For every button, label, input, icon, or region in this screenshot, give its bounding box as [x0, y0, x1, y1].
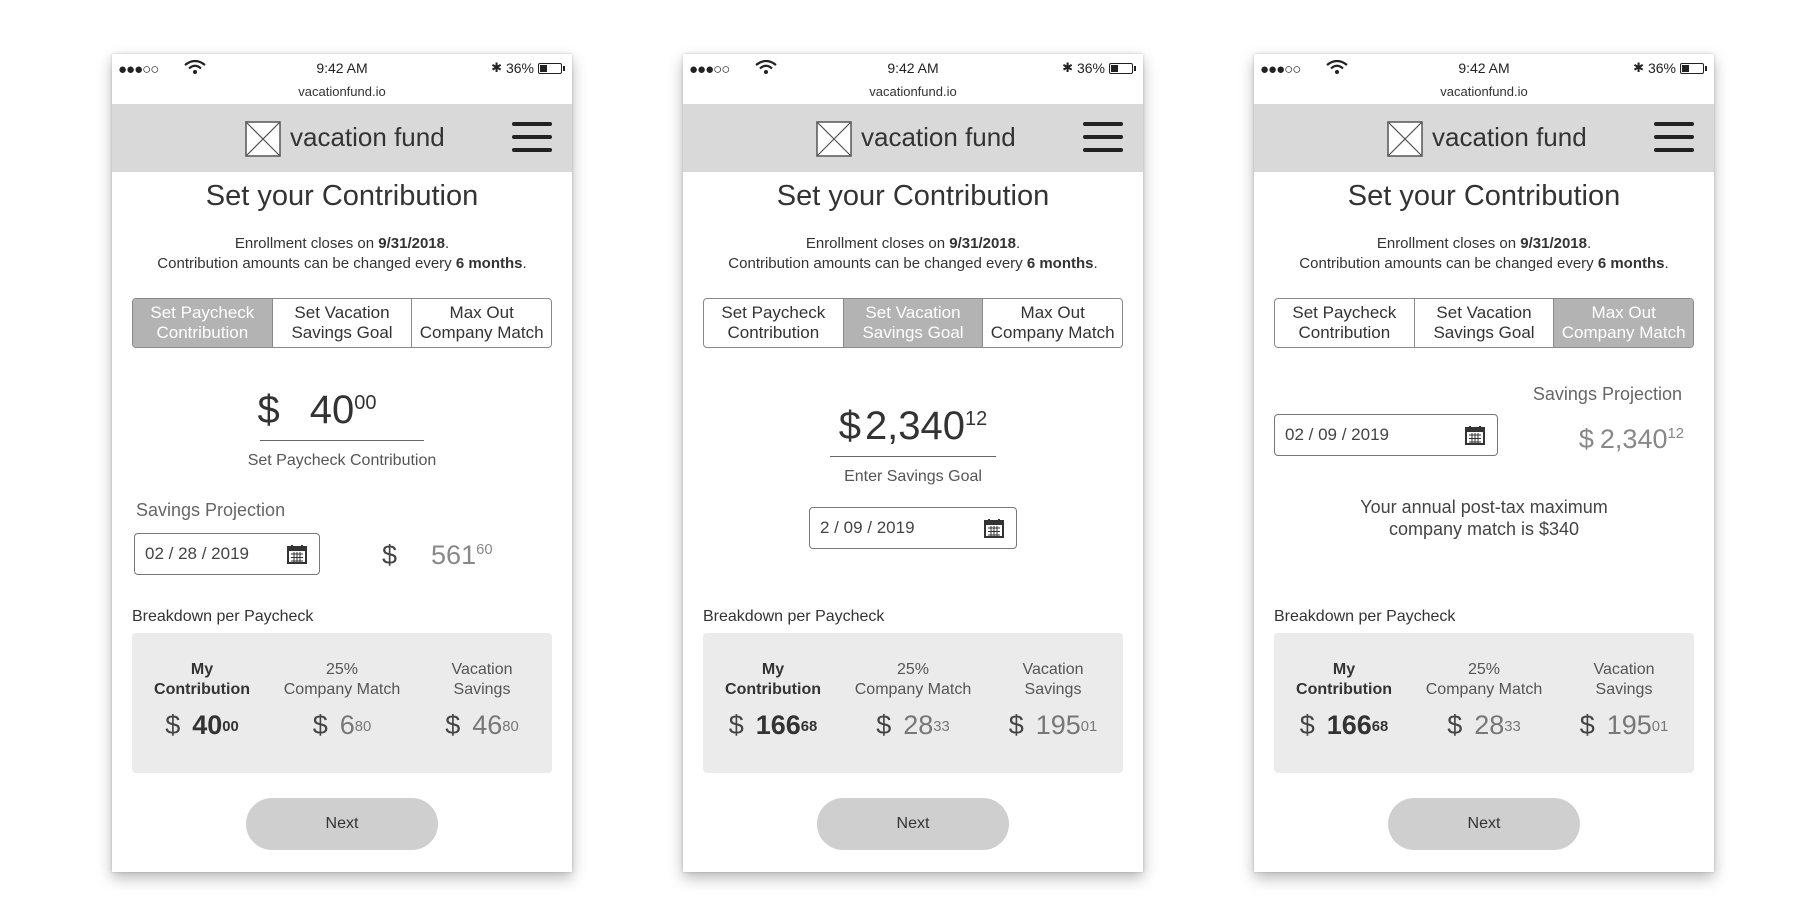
page-title: Set your Contribution	[205, 180, 479, 212]
battery-status: ✱ 36%	[1062, 60, 1136, 76]
calendar-icon[interactable]	[982, 516, 1006, 540]
tab-set-vacation-savings-goal[interactable]: Set Vacation Savings Goal	[843, 299, 984, 347]
battery-icon	[1680, 62, 1707, 74]
bluetooth-icon: ✱	[1633, 60, 1644, 75]
breakdown-label: Breakdown per Paycheck	[703, 608, 885, 625]
next-button[interactable]: Next	[246, 798, 438, 850]
brand-name: vacation fund	[1432, 122, 1587, 152]
brand-name: vacation fund	[290, 122, 445, 152]
bluetooth-icon: ✱	[491, 60, 502, 75]
battery-icon	[538, 62, 565, 74]
my-contribution-column: My Contribution $16668	[1274, 659, 1414, 740]
vacation-savings-column: Vacation Savings $19501	[983, 659, 1123, 740]
contribution-mode-tabs: Set Paycheck Contribution Set Vacation Sav…	[1274, 298, 1694, 348]
my-contribution-value: $16668	[728, 710, 818, 740]
url-bar[interactable]: vacationfund.io	[112, 84, 572, 99]
page-title: Set your Contribution	[776, 180, 1050, 212]
vacation-savings-value: $19501	[1008, 710, 1098, 740]
battery-status: ✱ 36%	[491, 60, 565, 76]
app-header: vacation fund	[683, 104, 1143, 172]
my-contribution-value: $16668	[1299, 710, 1389, 740]
hamburger-menu-icon[interactable]	[1654, 122, 1694, 154]
battery-percent: 36%	[505, 60, 534, 76]
my-contribution-value: $4000	[165, 710, 239, 740]
battery-percent: 36%	[1647, 60, 1676, 76]
company-match-column: 25% Company Match $680	[272, 659, 412, 740]
company-match-value: $2833	[876, 710, 950, 740]
savings-projection-value: $2,34012	[1578, 424, 1684, 454]
enrollment-notice: Enrollment closes on 9/31/2018. Contribu…	[1299, 235, 1669, 272]
goal-date-field[interactable]: 2 / 09 / 2019	[809, 507, 1017, 549]
vacation-savings-column: Vacation Savings $4680	[412, 659, 552, 740]
tab-max-out-company-match[interactable]: Max Out Company Match	[1554, 299, 1693, 347]
breakdown-panel: My Contribution $16668 25% Company Match $…	[703, 633, 1123, 773]
image-placeholder-icon	[816, 121, 852, 157]
contribution-mode-tabs: Set Paycheck Contribution Set Vacation Sav…	[132, 298, 552, 348]
status-bar: ●●●○○ 9:42 AM vacationfund.io ✱ 36%	[683, 54, 1143, 104]
paycheck-contribution-caption: Set Paycheck Contribution	[247, 452, 437, 469]
calendar-icon[interactable]	[1463, 423, 1487, 447]
company-match-column: 25% Company Match $2833	[1414, 659, 1554, 740]
projection-date-field[interactable]: 02 / 28 / 2019	[134, 533, 320, 575]
savings-projection-label: Savings Projection	[1532, 384, 1682, 404]
app-header: vacation fund	[1254, 104, 1714, 172]
status-bar: ●●●○○ 9:42 AM vacationfund.io ✱ 36%	[1254, 54, 1714, 104]
tab-max-out-company-match[interactable]: Max Out Company Match	[983, 299, 1122, 347]
tab-set-vacation-savings-goal[interactable]: Set Vacation Savings Goal	[273, 299, 413, 347]
breakdown-panel: My Contribution $4000 25% Company Match $6…	[132, 633, 552, 773]
page-title: Set your Contribution	[1347, 180, 1621, 212]
app-header: vacation fund	[112, 104, 572, 172]
battery-status: ✱ 36%	[1633, 60, 1707, 76]
contribution-mode-tabs: Set Paycheck Contribution Set Vacation Sav…	[703, 298, 1123, 348]
projection-date-field[interactable]: 02 / 09 / 2019	[1274, 414, 1498, 456]
brand-name: vacation fund	[861, 122, 1016, 152]
company-match-value: $680	[312, 710, 372, 740]
image-placeholder-icon	[245, 121, 281, 157]
battery-percent: 36%	[1076, 60, 1105, 76]
input-underline	[830, 456, 996, 457]
breakdown-label: Breakdown per Paycheck	[1274, 608, 1456, 625]
breakdown-panel: My Contribution $16668 25% Company Match $…	[1274, 633, 1694, 773]
enrollment-notice: Enrollment closes on 9/31/2018. Contribu…	[157, 235, 527, 272]
company-match-note: Your annual post-tax maximum company matc…	[1360, 497, 1608, 539]
my-contribution-column: My Contribution $4000	[132, 659, 272, 740]
next-button[interactable]: Next	[1388, 798, 1580, 850]
savings-goal-caption: Enter Savings Goal	[844, 468, 982, 485]
tab-set-paycheck-contribution[interactable]: Set Paycheck Contribution	[133, 299, 273, 347]
vacation-savings-value: $4680	[445, 710, 519, 740]
tab-set-vacation-savings-goal[interactable]: Set Vacation Savings Goal	[1415, 299, 1555, 347]
company-match-value: $2833	[1447, 710, 1521, 740]
status-bar: ●●●○○ 9:42 AM vacationfund.io ✱ 36%	[112, 54, 572, 104]
savings-projection-value: $56160	[382, 540, 493, 570]
enrollment-notice: Enrollment closes on 9/31/2018. Contribu…	[728, 235, 1098, 272]
hamburger-menu-icon[interactable]	[512, 122, 552, 154]
input-underline	[260, 440, 424, 441]
hamburger-menu-icon[interactable]	[1083, 122, 1123, 154]
url-bar[interactable]: vacationfund.io	[1254, 84, 1714, 99]
vacation-savings-value: $19501	[1579, 710, 1669, 740]
tab-set-paycheck-contribution[interactable]: Set Paycheck Contribution	[704, 299, 844, 347]
next-button[interactable]: Next	[817, 798, 1009, 850]
calendar-icon[interactable]	[285, 542, 309, 566]
my-contribution-column: My Contribution $16668	[703, 659, 843, 740]
tab-max-out-company-match[interactable]: Max Out Company Match	[412, 299, 551, 347]
phone-screen-paycheck: ●●●○○ 9:42 AM vacationfund.io ✱ 36% vaca…	[112, 54, 572, 872]
image-placeholder-icon	[1387, 121, 1423, 157]
breakdown-label: Breakdown per Paycheck	[132, 608, 314, 625]
url-bar[interactable]: vacationfund.io	[683, 84, 1143, 99]
phone-screen-savings-goal: ●●●○○ 9:42 AM vacationfund.io ✱ 36% vaca…	[683, 54, 1143, 872]
paycheck-contribution-input[interactable]: $4000	[232, 388, 402, 433]
battery-icon	[1109, 62, 1136, 74]
savings-goal-input[interactable]: $2,34012	[803, 404, 1023, 449]
company-match-column: 25% Company Match $2833	[843, 659, 983, 740]
savings-projection-label: Savings Projection	[136, 500, 286, 520]
phone-screen-company-match: ●●●○○ 9:42 AM vacationfund.io ✱ 36% vaca…	[1254, 54, 1714, 872]
tab-set-paycheck-contribution[interactable]: Set Paycheck Contribution	[1275, 299, 1415, 347]
vacation-savings-column: Vacation Savings $19501	[1554, 659, 1694, 740]
bluetooth-icon: ✱	[1062, 60, 1073, 75]
